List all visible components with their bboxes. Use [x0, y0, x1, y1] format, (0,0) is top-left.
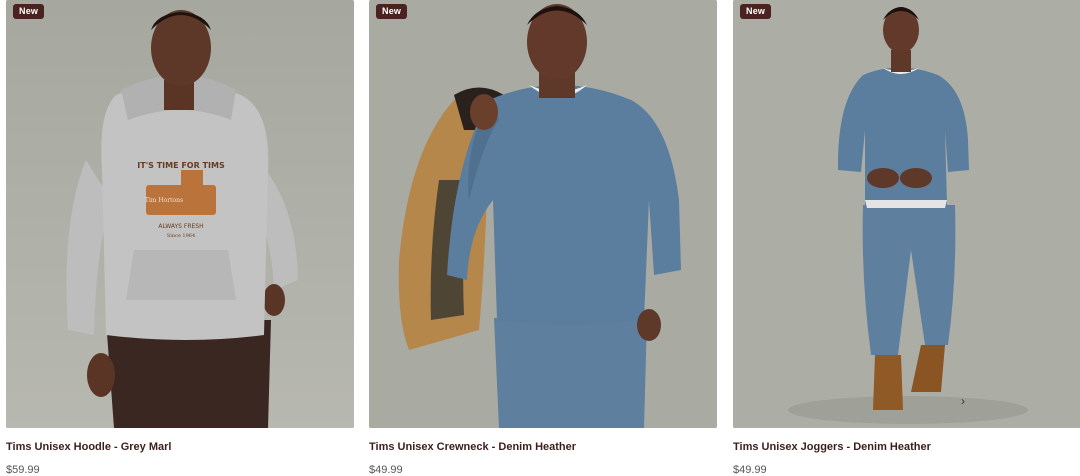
model-hoodie-photo: IT'S TIME FOR TIMS Tim Hortons ALWAYS FR…: [6, 0, 354, 428]
new-badge: New: [13, 4, 45, 19]
model-crewneck-photo: [369, 0, 717, 428]
product-image[interactable]: New ›: [733, 0, 1080, 428]
chevron-right-icon[interactable]: ›: [957, 394, 969, 408]
product-image[interactable]: IT'S TIME FOR TIMS Tim Hortons ALWAYS FR…: [6, 0, 354, 428]
product-card[interactable]: IT'S TIME FOR TIMS Tim Hortons ALWAYS FR…: [6, 0, 354, 476]
product-card[interactable]: New › Tims Unisex Joggers - Denim Heathe…: [733, 0, 1080, 476]
product-title-link[interactable]: Tims Unisex Joggers - Denim Heather: [733, 441, 1080, 453]
new-badge: New: [740, 4, 772, 19]
product-price: $49.99: [369, 464, 403, 476]
new-badge: New: [376, 4, 408, 19]
model-joggers-photo: [733, 0, 1080, 428]
product-price: $59.99: [6, 464, 40, 476]
product-price: $49.99: [733, 464, 767, 476]
hoodie-print-sign: Tim Hortons: [145, 197, 183, 204]
hoodie-print-line3: Since 1964: [167, 233, 195, 239]
hoodie-print-line2: ALWAYS FRESH: [158, 223, 203, 230]
product-card[interactable]: New Tims Unisex Crewneck - Denim Heather…: [369, 0, 717, 476]
product-title-link[interactable]: Tims Unisex Hoodle - Grey Marl: [6, 441, 354, 453]
hoodie-print-line1: IT'S TIME FOR TIMS: [137, 161, 225, 170]
product-title-link[interactable]: Tims Unisex Crewneck - Denim Heather: [369, 441, 717, 453]
product-image[interactable]: New: [369, 0, 717, 428]
